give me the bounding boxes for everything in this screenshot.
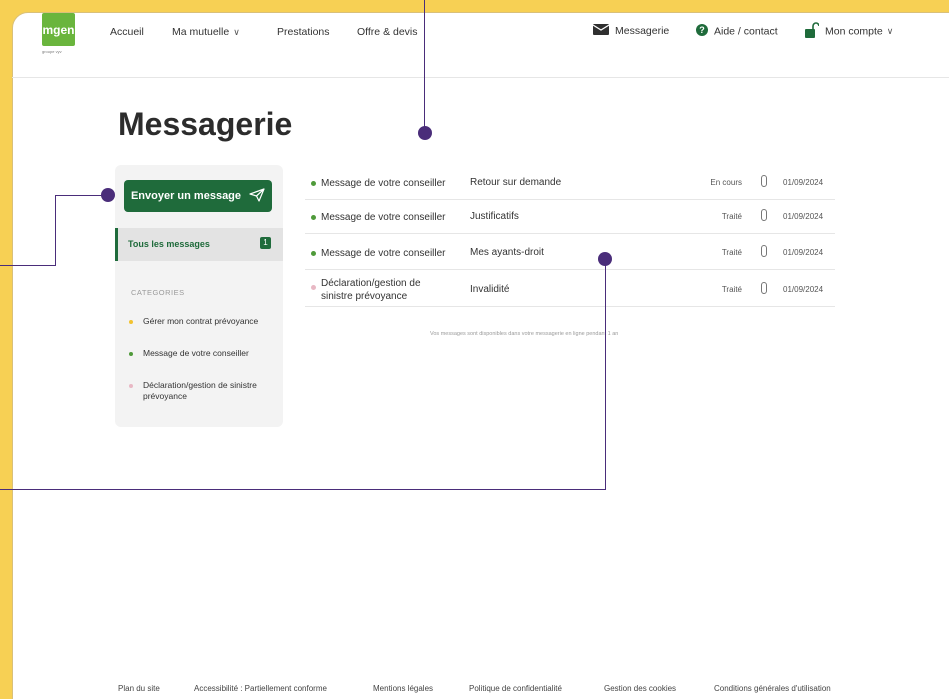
footer-gestion-cookies[interactable]: Gestion des cookies (604, 684, 676, 693)
message-sender: Message de votre conseiller (321, 212, 446, 223)
category-dot (311, 285, 316, 290)
annotation-dot (101, 188, 115, 202)
category-message-conseiller[interactable]: Message de votre conseiller (129, 348, 278, 359)
unread-count-badge: 1 (260, 237, 271, 249)
paperclip-icon (761, 282, 767, 297)
mgen-logo[interactable]: mgen (42, 13, 75, 46)
message-date: 01/09/2024 (783, 285, 824, 294)
message-date: 01/09/2024 (783, 212, 824, 221)
annotation-line (0, 489, 606, 490)
message-subject: Justificatifs (470, 211, 519, 222)
message-status: Traité (721, 212, 742, 221)
category-declaration-sinistre[interactable]: Déclaration/gestion de sinistre prévoyan… (129, 380, 278, 402)
message-sender: Message de votre conseiller (321, 178, 446, 189)
annotation-line (605, 259, 606, 489)
help-contact-link[interactable]: ? Aide / contact (696, 24, 778, 39)
category-dot (311, 181, 316, 186)
row-divider (305, 306, 835, 307)
account-label: Mon compte (825, 25, 883, 38)
nav-prestations[interactable]: Prestations (277, 26, 330, 38)
message-status: Traité (721, 285, 742, 294)
svg-text:?: ? (699, 25, 705, 35)
message-date: 01/09/2024 (783, 178, 824, 187)
message-sender: Message de votre conseiller (321, 248, 446, 259)
category-gerer-contrat[interactable]: Gérer mon contrat prévoyance (129, 316, 278, 327)
category-dot (129, 351, 133, 356)
nav-ma-mutuelle-label: Ma mutuelle (172, 26, 230, 38)
annotation-dot (598, 252, 612, 266)
annotation-dot (418, 126, 432, 140)
message-status: Traité (721, 248, 742, 257)
category-label: Message de votre conseiller (143, 348, 249, 358)
category-dot (311, 215, 316, 220)
paperclip-icon (761, 209, 767, 224)
message-subject: Retour sur demande (470, 177, 562, 188)
help-label: Aide / contact (714, 25, 778, 38)
annotation-line (55, 195, 56, 265)
all-messages-label: Tous les messages (128, 239, 210, 249)
message-sender: Déclaration/gestion de sinistre prévoyan… (321, 278, 421, 302)
message-subject: Invalidité (470, 284, 510, 295)
row-divider (305, 199, 835, 200)
categories-heading: CATEGORIES (131, 288, 185, 297)
logo-subtext: groupe vyv (42, 49, 62, 54)
send-message-label: Envoyer un message (130, 190, 242, 202)
category-dot (129, 383, 133, 388)
row-divider (305, 233, 835, 234)
category-dot (311, 251, 316, 256)
footer-politique-confidentialite[interactable]: Politique de confidentialité (469, 684, 562, 693)
category-dot (129, 319, 133, 324)
footer-plan-du-site[interactable]: Plan du site (118, 684, 160, 693)
annotation-line (0, 265, 56, 266)
send-message-button[interactable]: Envoyer un message (124, 180, 272, 212)
help-icon: ? (696, 24, 708, 39)
footer-mentions-legales[interactable]: Mentions légales (373, 684, 433, 693)
category-label: Déclaration/gestion de sinistre prévoyan… (143, 380, 257, 401)
page-title: Messagerie (118, 106, 293, 142)
annotation-line (424, 0, 425, 132)
message-status: En cours (710, 178, 742, 187)
retention-note: Vos messages sont disponibles dans votre… (430, 331, 619, 337)
paperclip-icon (761, 245, 767, 260)
messagerie-label: Messagerie (615, 24, 670, 37)
paperclip-icon (761, 175, 767, 190)
chevron-down-icon: ∨ (233, 27, 240, 37)
envelope-icon (592, 24, 610, 38)
message-subject: Mes ayants-droit (470, 247, 544, 258)
footer-conditions-generales[interactable]: Conditions générales d'utilisation (714, 684, 831, 693)
category-label: Gérer mon contrat prévoyance (143, 316, 259, 326)
nav-offre-devis[interactable]: Offre & devis (357, 26, 418, 38)
row-divider (305, 269, 835, 270)
paper-plane-icon (249, 187, 265, 205)
footer-accessibilite[interactable]: Accessibilité : Partiellement conforme (194, 684, 327, 693)
nav-ma-mutuelle[interactable]: Ma mutuelle ∨ (172, 26, 240, 38)
lock-icon (805, 22, 820, 41)
chevron-down-icon: ∨ (886, 26, 894, 37)
logo-text: mgen (42, 22, 75, 37)
account-menu[interactable]: Mon compte ∨ (805, 22, 893, 41)
messagerie-link[interactable]: Messagerie (592, 24, 670, 38)
all-messages-filter[interactable]: Tous les messages 1 (115, 228, 283, 261)
nav-accueil[interactable]: Accueil (110, 26, 144, 38)
message-date: 01/09/2024 (783, 248, 824, 257)
